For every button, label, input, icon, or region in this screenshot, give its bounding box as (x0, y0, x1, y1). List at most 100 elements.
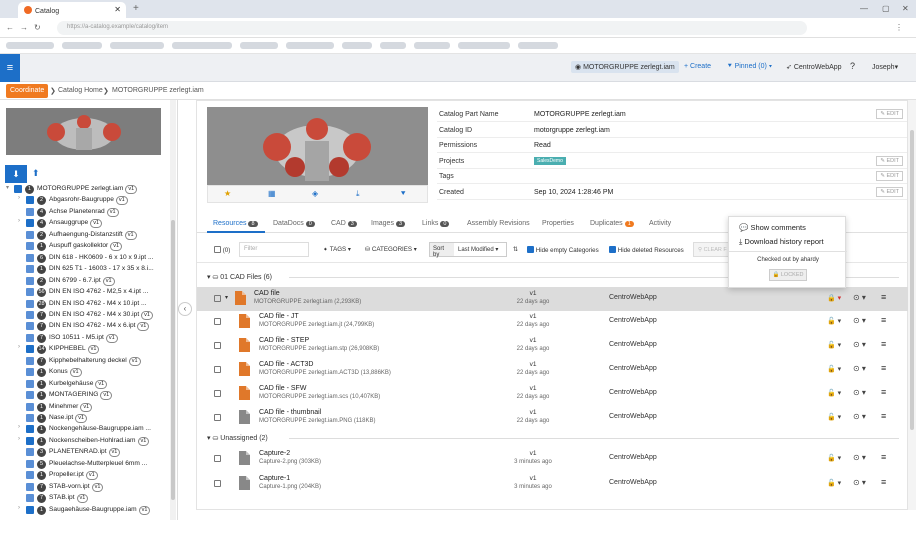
bookmark-item[interactable] (240, 42, 278, 49)
download-button[interactable]: ⬇ (5, 165, 27, 183)
bookmark-item[interactable] (286, 42, 334, 49)
row-menu-icon[interactable]: ≡ (881, 452, 886, 462)
row-menu-icon[interactable]: ≡ (881, 315, 886, 325)
row-checkbox[interactable] (214, 414, 221, 421)
upload-icon[interactable]: ⬆ (32, 168, 40, 179)
resource-row[interactable]: Capture-1 Capture-1.png (204KB) v1 3 minute… (197, 472, 909, 496)
bookmark-item[interactable] (414, 42, 450, 49)
group-unassigned[interactable]: ▾ ⛀ Unassigned (2) (207, 434, 268, 442)
tree-node[interactable]: 7 ISO 10511 - M5.ipt v1 (0, 333, 170, 344)
bookmark-item[interactable] (62, 42, 102, 49)
resource-row[interactable]: ▾ CAD file MOTORGRUPPE zerlegt.iam (2,293K… (197, 287, 909, 311)
tab-properties[interactable]: Properties (542, 220, 574, 227)
tree-node[interactable]: 1 MONTAGERING v1 (0, 390, 170, 401)
coordinate-button[interactable]: Coordinate (6, 84, 49, 98)
reload-icon[interactable]: ↻ (34, 23, 41, 32)
resource-title[interactable]: CAD file (254, 290, 280, 297)
tree-node[interactable]: › 1 Nockengehäuse-Baugruppe.iam ... (0, 424, 170, 435)
forward-icon[interactable]: → (20, 23, 28, 32)
tab-links[interactable]: Links 0 (422, 220, 450, 227)
categories-dropdown[interactable]: ⛁ CATEGORIES ▾ (365, 246, 417, 253)
caret-right-icon[interactable]: › (18, 195, 20, 201)
lock-open-icon[interactable]: 🔓 ▾ (827, 341, 841, 349)
tree-node[interactable]: ▾ 1 MOTORGRUPPE zerlegt.iam v1 (0, 184, 170, 195)
url-input[interactable]: https://a-catalog.example/catalog/item (57, 21, 807, 35)
tab-duplicates[interactable]: Duplicates 1 (590, 220, 634, 227)
lock-closed-icon[interactable]: 🔒 ▾ (827, 294, 841, 302)
resource-row[interactable]: CAD file - thumbnail MOTORGRUPPE zerlegt.… (197, 406, 909, 430)
row-checkbox[interactable] (214, 390, 221, 397)
bookmark-item[interactable] (110, 42, 164, 49)
maximize-icon[interactable]: ▢ (882, 4, 890, 13)
close-tab-icon[interactable]: ✕ (114, 5, 121, 14)
show-comments-item[interactable]: 💬 Show comments (739, 223, 806, 232)
tab-activity[interactable]: Activity (649, 220, 671, 227)
tab-datadocs[interactable]: DataDocs 0 (273, 220, 315, 227)
back-icon[interactable]: ← (6, 23, 14, 32)
tab-resources[interactable]: Resources 8 (213, 220, 258, 227)
bookmark-item[interactable] (458, 42, 510, 49)
resource-title[interactable]: Capture-2 (259, 450, 290, 457)
current-item-button[interactable]: ◉ MOTORGRUPPE zerlegt.iam (571, 61, 679, 73)
app-switch-button[interactable]: ➶ CentroWebApp (786, 63, 842, 71)
3d-view-icon[interactable]: ◈ (312, 189, 318, 198)
tree-node[interactable]: 1 Nase.ipt v1 (0, 413, 170, 424)
row-menu-icon[interactable]: ≡ (881, 339, 886, 349)
select-all-checkbox[interactable] (214, 246, 221, 253)
row-checkbox[interactable] (214, 366, 221, 373)
tab-cad[interactable]: CAD 3 (331, 220, 357, 227)
bookmark-item[interactable] (518, 42, 558, 49)
tree-node[interactable]: 7 STAB-vorn.ipt v1 (0, 482, 170, 493)
tree-node[interactable]: › 2 Abgasrohr-Baugruppe v1 (0, 195, 170, 206)
lock-open-icon[interactable]: 🔓 ▾ (827, 413, 841, 421)
tree-node[interactable]: 1 Konus v1 (0, 367, 170, 378)
favorite-star-icon[interactable]: ★ (224, 189, 231, 198)
row-checkbox[interactable] (214, 318, 221, 325)
sort-select[interactable]: Sort by Last Modified ▾ (429, 242, 507, 258)
edit-button[interactable]: ✎ EDIT (876, 186, 903, 197)
tree-node[interactable]: › 4 Ansauggrupe v1 (0, 218, 170, 229)
edit-button[interactable]: ✎ EDIT (876, 155, 903, 166)
row-menu-icon[interactable]: ≡ (881, 477, 886, 487)
download-history-item[interactable]: ⤓ Download history report (739, 237, 824, 247)
create-button[interactable]: + Create (684, 63, 711, 70)
lock-open-icon[interactable]: 🔓 ▾ (827, 479, 841, 487)
tree-node[interactable]: 1 Auspuff gaskollektor v1 (0, 241, 170, 252)
row-expand-icon[interactable]: ▾ (225, 294, 228, 301)
row-checkbox[interactable] (214, 480, 221, 487)
pin-item-icon[interactable]: ⯆ (400, 189, 406, 199)
help-icon[interactable]: ? (850, 61, 855, 71)
history-icon[interactable]: ⊙ ▾ (853, 340, 866, 349)
user-menu-button[interactable]: Joseph▾ (872, 63, 898, 71)
tree-node[interactable]: 2 DIN 6799 - 6.7.ipt v1 (0, 276, 170, 287)
bookmark-item[interactable] (342, 42, 372, 49)
resource-title[interactable]: CAD file - thumbnail (259, 409, 321, 416)
project-tag[interactable]: SalesDemo (534, 156, 566, 165)
tree-node[interactable]: 56 DIN EN ISO 4762 - M2,5 x 4.ipt ... (0, 287, 170, 298)
hide-empty-toggle[interactable]: Hide empty Categories (527, 246, 599, 254)
lock-open-icon[interactable]: 🔓 ▾ (827, 365, 841, 373)
tree-node[interactable]: › 1 Nockenscheiben-Hohlrad.iam v1 (0, 436, 170, 447)
tree-node[interactable]: › 14 KIPPHEBEL v1 (0, 344, 170, 355)
new-tab-button[interactable]: + (133, 3, 139, 14)
bookmark-item[interactable] (172, 42, 232, 49)
caret-right-icon[interactable]: › (18, 505, 20, 511)
history-icon[interactable]: ⊙ ▾ (853, 453, 866, 462)
breadcrumb-home-link[interactable]: Catalog Home (58, 87, 103, 94)
tree-node[interactable]: 6 DIN 618 - HK0609 - 6 x 10 x 9.ipt ... (0, 253, 170, 264)
edit-button[interactable]: ✎ EDIT (876, 171, 903, 181)
hide-deleted-checkbox[interactable] (609, 246, 616, 253)
tree-node[interactable]: › 1 Saugaehäuse-Baugruppe.iam v1 (0, 505, 170, 516)
collapse-panel-button[interactable]: ‹ (178, 302, 192, 316)
caret-right-icon[interactable]: › (18, 218, 20, 224)
locked-button[interactable]: 🔒 LOCKED (769, 269, 807, 281)
tree-node[interactable]: 1 DIN 625 T1 - 16003 - 17 x 35 x 8.i... (0, 264, 170, 275)
resource-title[interactable]: Capture-1 (259, 475, 290, 482)
group-cad-files[interactable]: ▾ ⛀ 01 CAD Files (6) (207, 273, 272, 281)
tree-node[interactable]: 4 Achse Planetenrad v1 (0, 207, 170, 218)
tree-node[interactable]: 5 Pleuelachse-Mutterpleuel 6mm ... (0, 459, 170, 470)
hide-empty-checkbox[interactable] (527, 246, 534, 253)
left-scrollbar[interactable] (170, 100, 176, 520)
row-menu-icon[interactable]: ≡ (881, 292, 886, 302)
caret-right-icon[interactable]: › (18, 424, 20, 430)
